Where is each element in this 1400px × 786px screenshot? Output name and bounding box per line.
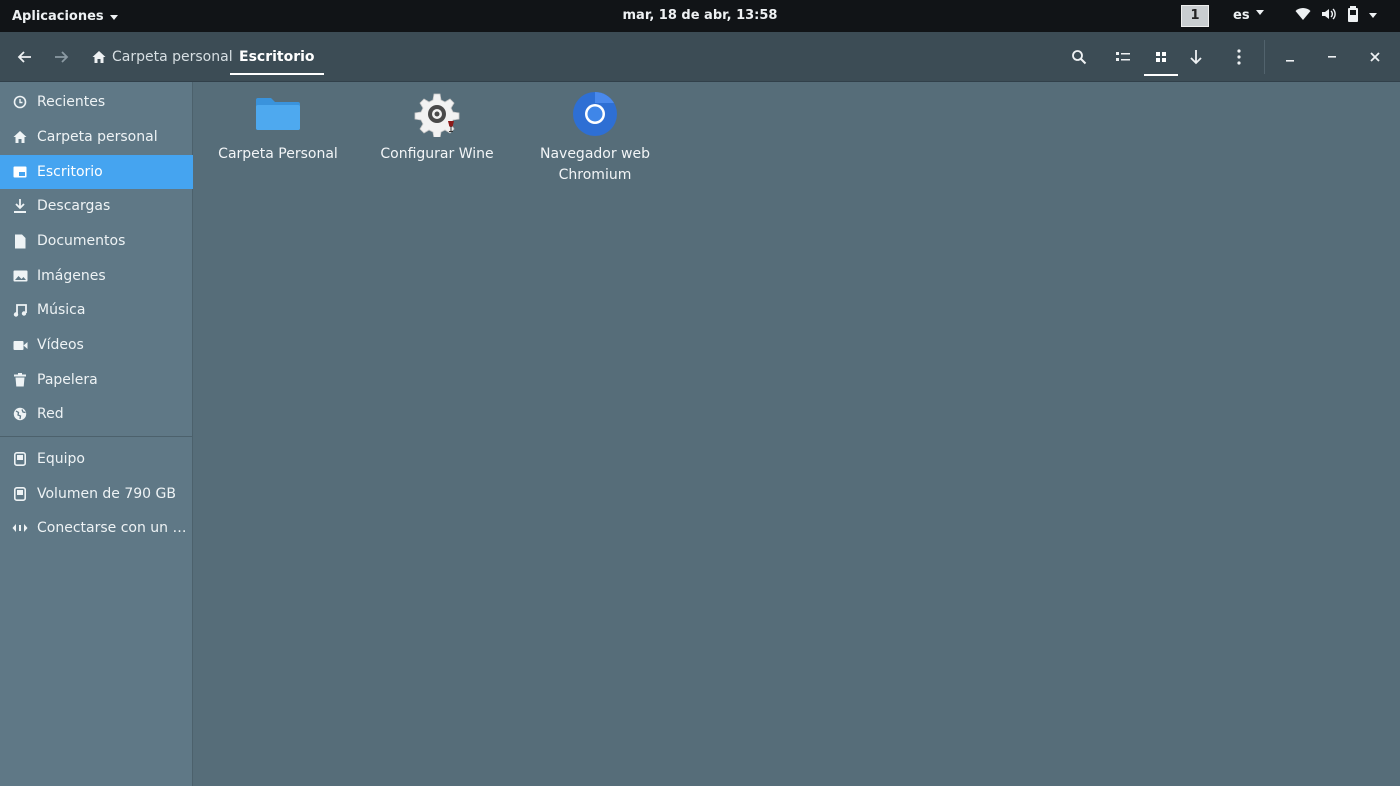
chevron-down-icon [1255,10,1264,15]
grid-view-button[interactable] [1144,42,1178,76]
sidebar-item-label: Conectarse con un … [37,520,187,536]
image-icon [12,268,28,284]
file-item-carpeta-personal[interactable]: Carpeta Personal [208,90,348,165]
chevron-down-icon [1369,12,1377,18]
language-label: es [1233,8,1250,23]
file-item-configurar-wine[interactable]: Configurar Wine [367,90,507,165]
sidebar-item-papelera[interactable]: Papelera [0,363,193,397]
sidebar-item-recientes[interactable]: Recientes [0,85,193,119]
sidebar-item-label: Descargas [37,198,111,214]
sidebar-item-volumen[interactable]: Volumen de 790 GB [0,477,193,511]
kebab-menu-icon [1237,49,1241,65]
search-button[interactable] [1064,42,1094,72]
sidebar-item-red[interactable]: Red [0,397,193,431]
sidebar-divider [0,436,193,437]
minimize-icon [1286,60,1294,62]
sidebar-item-label: Equipo [37,451,85,467]
sidebar-item-descargas[interactable]: Descargas [0,189,193,223]
forward-button[interactable] [46,42,76,72]
sidebar-item-documentos[interactable]: Documentos [0,224,193,258]
drive-icon [12,451,28,467]
back-button[interactable] [10,42,40,72]
breadcrumb-home-label: Carpeta personal [112,49,233,65]
list-view-icon [1116,52,1130,61]
sidebar-item-label: Papelera [37,372,98,388]
sidebar-item-label: Recientes [37,94,106,110]
clock[interactable]: mar, 18 de abr, 13:58 [623,8,778,23]
drive-icon [12,486,28,502]
sidebar-item-videos[interactable]: Vídeos [0,328,193,362]
search-icon [1072,50,1087,65]
file-label: Navegador web Chromium [539,146,651,183]
home-icon [92,51,106,63]
sidebar-item-carpeta-personal[interactable]: Carpeta personal [0,120,193,154]
document-icon [12,233,28,249]
file-label: Configurar Wine [380,146,494,162]
applications-menu-label: Aplicaciones [12,8,104,24]
sidebar-item-label: Carpeta personal [37,129,158,145]
file-item-chromium[interactable]: Navegador web Chromium [525,90,665,186]
chevron-down-icon [109,14,118,20]
applications-menu[interactable]: Aplicaciones [12,0,118,32]
sidebar-item-label: Documentos [37,233,126,249]
maximize-icon [1328,56,1336,58]
sidebar: Recientes Carpeta personal Escritorio De… [0,82,193,786]
sidebar-item-label: Vídeos [37,337,84,353]
sort-arrow-down-icon [1190,50,1202,65]
close-icon [1370,52,1380,62]
trash-icon [12,372,28,388]
wine-config-icon [413,90,461,138]
clock-icon [12,94,28,110]
music-icon [12,302,28,318]
folder-icon [254,90,302,138]
download-icon [12,198,28,214]
file-label: Carpeta Personal [218,146,338,162]
grid-view-icon [1156,52,1166,62]
sidebar-item-label: Música [37,302,86,318]
sidebar-item-escritorio[interactable]: Escritorio [0,155,193,189]
headerbar-separator [1264,40,1265,74]
sidebar-item-imagenes[interactable]: Imágenes [0,259,193,293]
network-icon [12,406,28,422]
desktop-icon [12,164,28,180]
top-panel: Aplicaciones mar, 18 de abr, 13:58 1 es [0,0,1400,32]
sidebar-item-connect-server[interactable]: Conectarse con un … [0,511,193,545]
minimize-button[interactable] [1275,42,1305,72]
arrow-back-icon [17,51,31,63]
video-icon [12,337,28,353]
headerbar: Carpeta personal Escritorio [0,32,1400,82]
language-switcher[interactable]: es [1233,8,1264,23]
breadcrumb-current[interactable]: Escritorio [230,32,324,82]
volume-icon [1322,8,1336,20]
home-icon [12,129,28,145]
close-button[interactable] [1360,42,1390,72]
sidebar-item-equipo[interactable]: Equipo [0,442,193,476]
breadcrumb-home[interactable]: Carpeta personal [92,32,233,82]
sidebar-item-label: Red [37,406,64,422]
file-view[interactable]: Carpeta Personal Configurar Wine Navegad… [194,82,1400,786]
sidebar-item-label: Imágenes [37,268,106,284]
chromium-icon [571,90,619,138]
list-view-button[interactable] [1108,42,1138,72]
system-tray[interactable] [1295,6,1377,22]
sidebar-item-musica[interactable]: Música [0,293,193,327]
sidebar-item-label: Volumen de 790 GB [37,486,176,502]
arrow-forward-icon [55,51,69,63]
network-wireless-icon [1295,8,1311,20]
sort-button[interactable] [1181,42,1211,72]
workspace-indicator[interactable]: 1 [1181,5,1209,27]
menu-button[interactable] [1224,42,1254,72]
sidebar-item-label: Escritorio [37,164,103,180]
battery-icon [1348,6,1358,22]
maximize-button[interactable] [1317,42,1347,72]
connect-server-icon [12,520,28,536]
